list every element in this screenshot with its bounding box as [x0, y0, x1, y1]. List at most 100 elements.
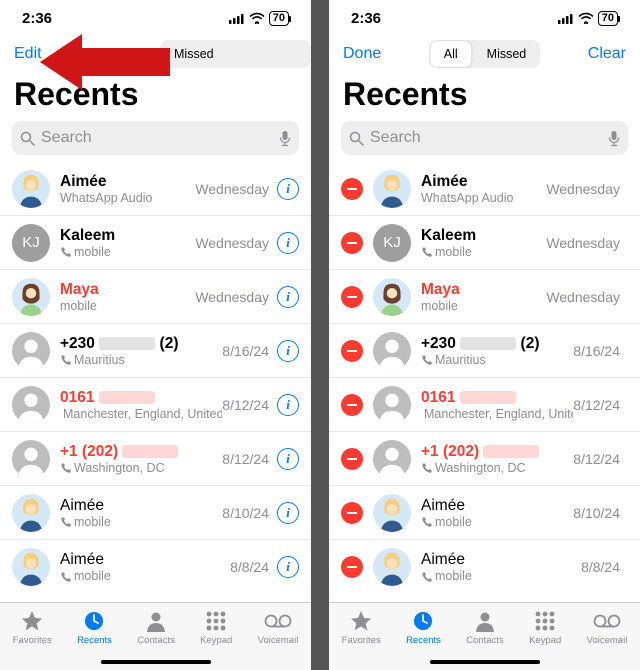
tab-voicemail[interactable]: Voicemail: [587, 609, 628, 646]
mic-icon[interactable]: [608, 130, 620, 147]
avatar: [12, 170, 50, 208]
call-date: Wednesday: [546, 235, 620, 251]
delete-button[interactable]: [341, 286, 363, 308]
search-field[interactable]: Search: [341, 121, 628, 155]
call-date: 8/12/24: [222, 397, 269, 413]
tab-favorites[interactable]: Favorites: [342, 609, 381, 646]
done-button[interactable]: Done: [343, 45, 381, 63]
delete-button[interactable]: [341, 448, 363, 470]
tutorial-arrow-icon: [40, 34, 170, 90]
info-button[interactable]: i: [277, 502, 299, 524]
delete-button[interactable]: [341, 394, 363, 416]
call-row[interactable]: Aiméemobile8/8/24i: [0, 540, 311, 594]
tab-label: Keypad: [529, 635, 561, 646]
call-row[interactable]: 0161 Manchester, England, United...8/12/…: [329, 378, 640, 432]
call-name: Aimée: [421, 497, 573, 515]
avatar: [12, 548, 50, 586]
avatar: [12, 494, 50, 532]
tab-recents[interactable]: Recents: [406, 609, 441, 646]
search-icon: [20, 131, 35, 146]
signal-icon: [558, 13, 574, 24]
segment-control[interactable]: All Missed: [429, 40, 541, 68]
call-info: Kaleemmobile: [60, 227, 195, 259]
phone-icon: [60, 354, 71, 365]
info-button[interactable]: i: [277, 232, 299, 254]
info-button[interactable]: i: [277, 556, 299, 578]
call-date: Wednesday: [546, 289, 620, 305]
delete-button[interactable]: [341, 340, 363, 362]
call-name: +230 (2): [60, 335, 222, 353]
search-icon: [349, 131, 364, 146]
call-row[interactable]: Aiméemobile8/10/24i: [0, 486, 311, 540]
recents-list: AiméeWhatsApp AudioWednesdayiKJKaleemmob…: [0, 162, 311, 594]
phone-icon: [60, 462, 71, 473]
redacted: [122, 445, 178, 458]
call-name: Aimée: [60, 173, 195, 191]
call-name: +1 (202): [421, 443, 573, 461]
call-subtitle: WhatsApp Audio: [60, 191, 195, 205]
tab-favorites[interactable]: Favorites: [13, 609, 52, 646]
phone-icon: [421, 571, 432, 582]
tab-contacts[interactable]: Contacts: [137, 609, 175, 646]
call-row[interactable]: KJKaleemmobileWednesday: [329, 216, 640, 270]
redacted: [99, 337, 155, 350]
avatar: KJ: [12, 224, 50, 262]
call-subtitle: mobile: [60, 515, 222, 529]
clear-button[interactable]: Clear: [588, 45, 626, 63]
call-row[interactable]: MayamobileWednesdayi: [0, 270, 311, 324]
call-row[interactable]: +1 (202) Washington, DC8/12/24i: [0, 432, 311, 486]
call-date: 8/12/24: [573, 451, 620, 467]
call-name: 0161: [60, 389, 222, 407]
info-button[interactable]: i: [277, 448, 299, 470]
call-row[interactable]: 0161 Manchester, England, United...8/12/…: [0, 378, 311, 432]
delete-button[interactable]: [341, 556, 363, 578]
phone-icon: [60, 571, 71, 582]
call-name: Aimée: [60, 497, 222, 515]
call-date: 8/12/24: [573, 397, 620, 413]
call-row[interactable]: AiméeWhatsApp AudioWednesday: [329, 162, 640, 216]
info-button[interactable]: i: [277, 178, 299, 200]
call-row[interactable]: Aiméemobile8/8/24: [329, 540, 640, 594]
call-row[interactable]: MayamobileWednesday: [329, 270, 640, 324]
call-row[interactable]: +230 (2)Mauritius8/16/24i: [0, 324, 311, 378]
call-date: 8/12/24: [222, 451, 269, 467]
call-name: +230 (2): [421, 335, 573, 353]
search-field[interactable]: Search: [12, 121, 299, 155]
delete-button[interactable]: [341, 178, 363, 200]
delete-button[interactable]: [341, 232, 363, 254]
tab-label: Contacts: [466, 635, 504, 646]
call-subtitle: WhatsApp Audio: [421, 191, 546, 205]
call-row[interactable]: +230 (2)Mauritius8/16/24: [329, 324, 640, 378]
segment-all[interactable]: All: [430, 41, 472, 67]
tab-contacts[interactable]: Contacts: [466, 609, 504, 646]
delete-button[interactable]: [341, 502, 363, 524]
status-indicators: 70: [558, 11, 618, 26]
info-button[interactable]: i: [277, 340, 299, 362]
avatar: [12, 278, 50, 316]
vm-icon: [593, 609, 621, 633]
home-indicator: [101, 660, 211, 664]
tab-recents[interactable]: Recents: [77, 609, 112, 646]
tab-label: Recents: [77, 635, 112, 646]
keypad-icon: [204, 609, 228, 633]
info-button[interactable]: i: [277, 286, 299, 308]
info-button[interactable]: i: [277, 394, 299, 416]
call-date: Wednesday: [195, 289, 269, 305]
call-row[interactable]: KJKaleemmobileWednesdayi: [0, 216, 311, 270]
avatar: [373, 278, 411, 316]
call-row[interactable]: Aiméemobile8/10/24: [329, 486, 640, 540]
wifi-icon: [249, 12, 265, 24]
segment-missed[interactable]: Missed: [473, 40, 541, 68]
tab-keypad[interactable]: Keypad: [200, 609, 232, 646]
call-name: 0161: [421, 389, 573, 407]
redacted: [99, 391, 155, 404]
tab-voicemail[interactable]: Voicemail: [258, 609, 299, 646]
status-bar: 2:36 70: [0, 0, 311, 36]
mic-icon[interactable]: [279, 130, 291, 147]
segment-missed[interactable]: Missed: [160, 40, 228, 68]
call-row[interactable]: AiméeWhatsApp AudioWednesdayi: [0, 162, 311, 216]
edit-button[interactable]: Edit: [14, 45, 42, 63]
call-row[interactable]: +1 (202) Washington, DC8/12/24: [329, 432, 640, 486]
call-info: 0161 Manchester, England, United...: [60, 389, 222, 421]
tab-keypad[interactable]: Keypad: [529, 609, 561, 646]
